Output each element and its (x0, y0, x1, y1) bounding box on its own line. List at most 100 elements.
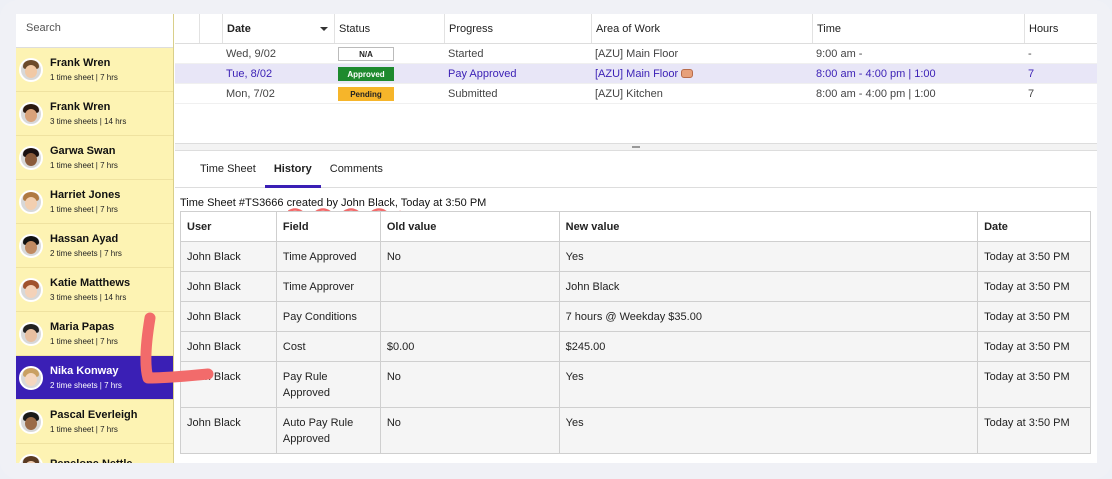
employee-item[interactable]: Harriet Jones 1 time sheet | 7 hrs (16, 180, 173, 224)
cell-hours: - (1024, 48, 1097, 60)
cell-progress: Started (444, 48, 591, 60)
history-cell-field: Pay Conditions (275, 301, 381, 332)
history-cell-field: Auto Pay Rule Approved (275, 407, 381, 454)
cell-date-text: Wed, 9/02 (226, 47, 276, 60)
cell-date: Wed, 9/02 (222, 48, 334, 60)
main-panel: Date Status Progress Area of Work Time H… (175, 14, 1097, 463)
timesheet-row[interactable]: Tue, 8/02 Approved Pay Approved [AZU] Main … (175, 64, 1097, 84)
history-cell-new: John Black (558, 271, 979, 302)
employee-item[interactable]: Pascal Everleigh 1 time sheet | 7 hrs (16, 400, 173, 444)
column-header-area[interactable]: Area of Work (591, 14, 812, 43)
column-header-date-label: Date (227, 23, 251, 35)
cell-time: 8:00 am - 4:00 pm | 1:00 (812, 88, 1024, 100)
cell-date-text: Mon, 7/02 (226, 87, 275, 100)
cell-progress-text: Started (448, 47, 484, 60)
avatar (19, 277, 43, 302)
history-cell-new: Yes (558, 407, 979, 454)
history-cell-field: Pay Rule Approved (275, 361, 381, 408)
employee-summary: 2 time sheets | 7 hrs (50, 381, 122, 390)
employee-summary: 1 time sheet | 7 hrs (50, 161, 118, 170)
search-input[interactable]: Search (16, 14, 173, 48)
history-row: John Black Cost $0.00 $245.00 Today at 3:50 … (180, 331, 1091, 362)
tab-history[interactable]: History (264, 152, 321, 188)
cell-time-text: 9:00 am - (816, 47, 863, 60)
employee-item[interactable]: Garwa Swan 1 time sheet | 7 hrs (16, 136, 173, 180)
column-header-status[interactable]: Status (334, 14, 444, 43)
employee-item[interactable]: Katie Matthews 3 time sheets | 14 hrs (16, 268, 173, 312)
employee-sidebar: Search Frank Wren 1 time sheet | 7 hrs Fra… (16, 14, 174, 463)
meal-icon (681, 68, 694, 78)
history-header-user: User (180, 211, 277, 242)
avatar (19, 57, 43, 82)
cell-progress: Pay Approved (444, 68, 591, 80)
employee-name: Penelope Nettle (50, 458, 133, 464)
tab-comments[interactable]: Comments (321, 152, 392, 188)
panel-splitter[interactable] (175, 143, 1097, 151)
cell-time-text: 8:00 am - 4:00 pm | 1:00 (816, 67, 936, 80)
status-badge: Approved (338, 66, 394, 81)
employee-summary: 3 time sheets | 14 hrs (50, 293, 127, 302)
employee-item[interactable]: Hassan Ayad 2 time sheets | 7 hrs (16, 224, 173, 268)
history-table-body: John Black Time Approved No Yes Today at 3:5… (180, 241, 1091, 454)
history-table: User Field Old value New value Date John… (180, 211, 1091, 454)
timesheet-grid-header: Date Status Progress Area of Work Time H… (175, 14, 1097, 44)
history-row: John Black Pay Rule Approved No Yes Today at… (180, 361, 1091, 408)
column-header-hours[interactable]: Hours (1024, 14, 1097, 43)
column-header-time[interactable]: Time (812, 14, 1024, 43)
employee-summary: 1 time sheet | 7 hrs (50, 73, 118, 82)
avatar (19, 453, 43, 463)
screenshot-frame: Search Frank Wren 1 time sheet | 7 hrs Fra… (0, 0, 1112, 479)
history-cell-date: Today at 3:50 PM (977, 361, 1091, 408)
timesheet-app: Search Frank Wren 1 time sheet | 7 hrs Fra… (16, 14, 1097, 463)
tab-time-sheet[interactable]: Time Sheet (191, 152, 265, 188)
history-cell-date: Today at 3:50 PM (977, 331, 1091, 362)
history-cell-old: No (379, 407, 560, 454)
cell-hours-text: 7 (1028, 67, 1035, 80)
avatar (19, 321, 43, 346)
cell-time: 8:00 am - 4:00 pm | 1:00 (812, 68, 1024, 80)
employee-item[interactable]: Penelope Nettle (16, 444, 173, 463)
employee-list: Frank Wren 1 time sheet | 7 hrs Frank Wren… (16, 48, 173, 463)
timesheet-row[interactable]: Wed, 9/02 N/A Started [AZU] Main Floor 9:00 … (175, 44, 1097, 64)
cell-area-text: [AZU] Kitchen (595, 87, 663, 100)
timesheet-row[interactable]: Mon, 7/02 Pending Submitted [AZU] Kitchen 8:… (175, 84, 1097, 104)
employee-name: Pascal Everleigh (50, 409, 138, 421)
splitter-grip-icon[interactable] (632, 146, 640, 148)
cell-progress: Submitted (444, 88, 591, 100)
employee-name: Maria Papas (50, 321, 115, 333)
status-badge: Pending (338, 86, 394, 101)
history-cell-user: John Black (180, 241, 277, 272)
cell-hours: 7 (1024, 68, 1097, 80)
employee-item[interactable]: Frank Wren 1 time sheet | 7 hrs (16, 48, 173, 92)
detail-tabs: Time Sheet History Comments (175, 152, 1097, 188)
column-header-progress[interactable]: Progress (444, 14, 591, 43)
cell-status: Approved (334, 66, 444, 81)
employee-summary: 3 time sheets | 14 hrs (50, 117, 127, 126)
employee-item[interactable]: Frank Wren 3 time sheets | 14 hrs (16, 92, 173, 136)
history-row: John Black Auto Pay Rule Approved No Yes Tod… (180, 407, 1091, 454)
history-cell-user: John Black (180, 271, 277, 302)
history-cell-new: Yes (558, 361, 979, 408)
avatar (19, 145, 43, 170)
history-cell-new: 7 hours @ Weekday $35.00 (558, 301, 979, 332)
cell-hours-text: - (1028, 47, 1032, 60)
history-cell-old (379, 271, 560, 302)
history-cell-old: $0.00 (379, 331, 560, 362)
history-row: John Black Pay Conditions 7 hours @ Weekda… (180, 301, 1091, 332)
sort-caret-icon[interactable] (320, 27, 328, 31)
cell-progress-text: Pay Approved (448, 67, 517, 80)
cell-area: [AZU] Main Floor (591, 68, 812, 80)
cell-time-text: 8:00 am - 4:00 pm | 1:00 (816, 87, 936, 100)
history-cell-old (379, 301, 560, 332)
cell-area: [AZU] Main Floor (591, 48, 812, 60)
history-cell-date: Today at 3:50 PM (977, 407, 1091, 454)
employee-name: Nika Konway (50, 365, 119, 377)
history-row: John Black Time Approver John Black Today a… (180, 271, 1091, 302)
grid-select-column (199, 14, 222, 43)
history-row: John Black Time Approved No Yes Today at 3:5… (180, 241, 1091, 272)
history-cell-field: Cost (275, 331, 381, 362)
cell-status: N/A (334, 46, 444, 61)
cell-date-text: Tue, 8/02 (226, 67, 273, 80)
history-cell-new: $245.00 (558, 331, 979, 362)
column-header-date[interactable]: Date (222, 14, 334, 43)
